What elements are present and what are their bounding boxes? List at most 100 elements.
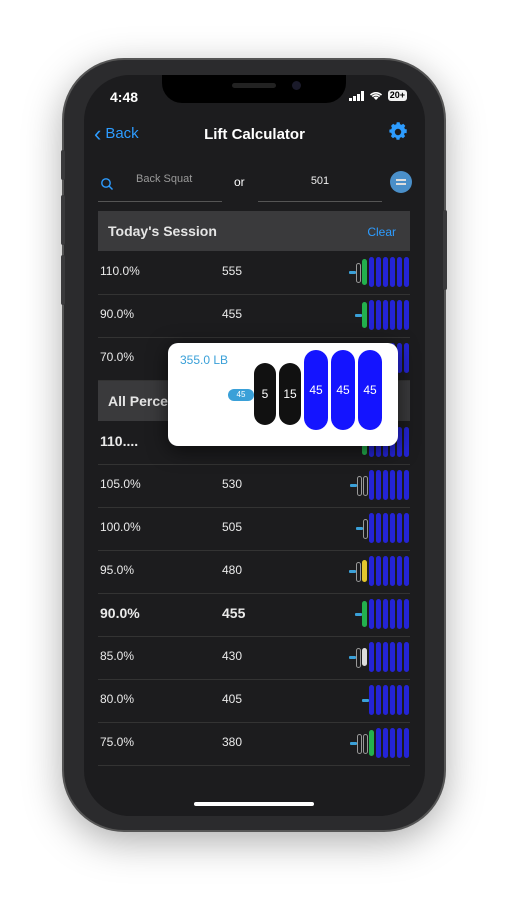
row-percent: 75.0%: [100, 735, 135, 749]
barbell-stub: [355, 314, 362, 317]
table-row[interactable]: 75.0% 380: [98, 722, 410, 766]
plate-big: [397, 513, 402, 543]
barbell-stub: [349, 271, 356, 274]
plate-green: [362, 601, 367, 627]
plate-big: [397, 685, 402, 715]
menu-button[interactable]: [390, 171, 412, 193]
bottom-area: [84, 775, 425, 816]
weight-input[interactable]: 501: [258, 175, 382, 187]
app-screen: 4:48 20+ ‹ Back Lift Calculator Back Squ…: [84, 75, 425, 816]
table-row[interactable]: 95.0% 480: [98, 550, 410, 594]
plate-big: [376, 685, 381, 715]
volume-up-button: [61, 195, 65, 245]
plate-big: [369, 257, 374, 287]
search-row: Back Squat or 501: [98, 171, 412, 203]
barbell-stub: [349, 656, 356, 659]
plate-big: [383, 257, 388, 287]
plate-big: [404, 257, 409, 287]
plate-big: [369, 513, 374, 543]
status-time: 4:48: [110, 89, 139, 105]
plate-big: [383, 685, 388, 715]
todays-session-header: Today's Session Clear: [98, 211, 410, 251]
barbell-stub: [350, 742, 357, 745]
plate-big: [404, 343, 409, 373]
popup-plate-blue: 45: [331, 350, 355, 430]
popup-plate-blue: 45: [358, 350, 382, 430]
gear-icon[interactable]: [387, 121, 409, 143]
plate-graphic: [349, 642, 410, 672]
plate-big: [376, 300, 381, 330]
volume-down-button: [61, 255, 65, 305]
popup-bar: 45: [228, 389, 254, 401]
row-percent: 110....: [100, 433, 139, 449]
plate-big: [376, 642, 381, 672]
popup-plate-label: 45: [363, 383, 377, 397]
exercise-input[interactable]: Back Squat: [136, 173, 192, 185]
plate-big: [390, 599, 395, 629]
plate-big: [404, 556, 409, 586]
popup-plate-label: 45: [309, 383, 323, 397]
plate-big: [369, 470, 374, 500]
plate-ring: [363, 734, 368, 754]
or-label: or: [234, 175, 245, 189]
plate-big: [404, 513, 409, 543]
plate-big: [397, 257, 402, 287]
plate-big: [383, 470, 388, 500]
plate-popup[interactable]: 355.0 LB 45 5 15 45 45 45: [168, 343, 398, 446]
weight-underline: [258, 201, 382, 202]
speaker: [232, 83, 276, 88]
search-icon: [101, 178, 113, 190]
plate-big: [390, 300, 395, 330]
row-weight: 455: [222, 307, 243, 321]
plate-big: [390, 728, 395, 758]
table-row[interactable]: 90.0% 455: [98, 593, 410, 637]
wifi-icon: [369, 91, 382, 100]
page-title: Lift Calculator: [204, 126, 305, 143]
table-row[interactable]: 90.0% 455: [98, 294, 410, 338]
barbell-stub: [356, 527, 363, 530]
plate-big: [404, 599, 409, 629]
plate-big: [397, 642, 402, 672]
barbell-stub: [362, 699, 369, 702]
plate-big: [397, 599, 402, 629]
plate-big: [397, 300, 402, 330]
clear-button[interactable]: Clear: [367, 225, 396, 239]
plate-ring: [356, 562, 361, 582]
plate-big: [376, 513, 381, 543]
status-icons: 20+: [348, 90, 407, 101]
barbell-stub: [349, 570, 356, 573]
plate-graphic: [349, 257, 410, 287]
popup-plate-black: 5: [254, 363, 276, 425]
plate-ring: [357, 476, 362, 496]
plate-green: [362, 302, 367, 328]
plate-big: [404, 642, 409, 672]
popup-plate-label: 5: [261, 387, 269, 401]
plate-big: [369, 300, 374, 330]
plate-ring: [356, 263, 361, 283]
table-row[interactable]: 105.0% 530: [98, 464, 410, 508]
plate-ring: [363, 519, 368, 539]
row-weight: 430: [222, 649, 243, 663]
row-percent: 70.0%: [100, 350, 135, 364]
row-percent: 95.0%: [100, 563, 135, 577]
plate-big: [404, 470, 409, 500]
signal-icon: [348, 90, 364, 101]
popup-plate-label: 15: [283, 387, 297, 401]
row-percent: 90.0%: [100, 605, 140, 621]
plate-big: [369, 642, 374, 672]
table-row[interactable]: 110.0% 555: [98, 251, 410, 295]
home-indicator[interactable]: [194, 802, 314, 806]
plate-big: [383, 513, 388, 543]
plate-big: [383, 728, 388, 758]
table-row[interactable]: 100.0% 505: [98, 507, 410, 551]
plate-big: [390, 257, 395, 287]
barbell-stub: [350, 484, 357, 487]
popup-plate-blue: 45: [304, 350, 328, 430]
table-row[interactable]: 80.0% 405: [98, 679, 410, 723]
table-row[interactable]: 85.0% 430: [98, 636, 410, 680]
row-percent: 105.0%: [100, 477, 141, 491]
plate-big: [390, 556, 395, 586]
power-button: [443, 210, 447, 290]
row-weight: 530: [222, 477, 243, 491]
todays-session-label: Today's Session: [108, 223, 217, 239]
